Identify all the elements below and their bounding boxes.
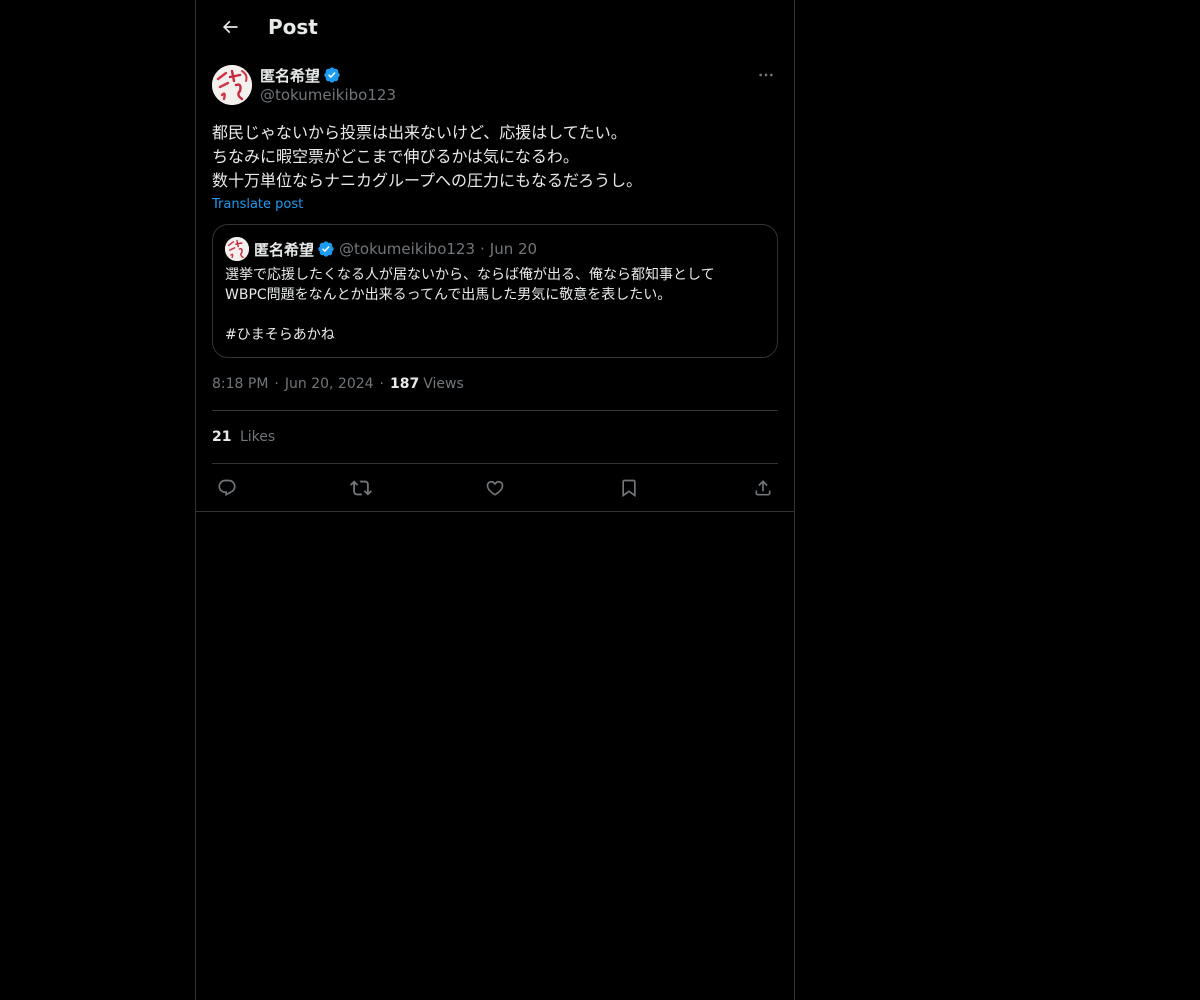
avatar-image	[225, 237, 249, 261]
avatar[interactable]	[212, 65, 252, 105]
quote-header: 匿名希望 @tokumeikibo123 · Jun 20	[225, 237, 765, 261]
verified-badge-icon[interactable]	[323, 66, 341, 84]
share-icon	[755, 479, 771, 495]
top-bar: Post	[196, 0, 794, 53]
quoted-post[interactable]: 匿名希望 @tokumeikibo123 · Jun 20 選挙で応援したくなる…	[212, 224, 778, 358]
quote-text: 選挙で応援したくなる人が居ないから、ならば俺が出る、俺なら都知事として WBPC…	[225, 265, 765, 345]
post-text-line: 都民じゃないから投票は出来ないけど、応援はしてたい。	[212, 123, 627, 142]
main-column: Post 匿名希望 @tokumeikibo123 都民じゃないから投票は出来な…	[195, 0, 795, 1000]
back-button[interactable]	[212, 9, 248, 45]
name-row: 匿名希望	[260, 65, 396, 85]
hashtag-link[interactable]: #ひまそらあかね	[225, 325, 765, 345]
post-text-line: ちなみに暇空票がどこまで伸びるかは気になるわ。	[212, 147, 579, 166]
bookmark-button[interactable]	[618, 477, 640, 499]
author-name[interactable]: 匿名希望	[260, 65, 320, 86]
quote-text-line: WBPC問題をなんとか出来るってんで出馬した男気に敬意を表したい。	[225, 287, 672, 303]
post-date[interactable]: Jun 20, 2024	[285, 376, 374, 392]
quote-author-name: 匿名希望	[254, 240, 315, 259]
action-bar	[212, 464, 778, 511]
repost-icon	[350, 480, 372, 495]
quote-date: Jun 20	[489, 240, 538, 258]
verified-badge-icon	[317, 240, 335, 258]
meta-separator: ·	[274, 376, 279, 392]
quote-text-line: 選挙で応援したくなる人が居ないから、ならば俺が出る、俺なら都知事として	[225, 267, 715, 283]
post-text-line: 数十万単位ならナニカグループへの圧力にもなるだろうし。	[212, 171, 643, 190]
post-text: 都民じゃないから投票は出来ないけど、応援はしてたい。 ちなみに暇空票がどこまで伸…	[212, 121, 778, 193]
repost-button[interactable]	[350, 477, 372, 499]
like-icon	[486, 480, 504, 496]
post: 匿名希望 @tokumeikibo123 都民じゃないから投票は出来ないけど、応…	[196, 53, 794, 512]
divider	[196, 511, 794, 512]
likes-count: 21	[212, 429, 232, 445]
avatar-image	[212, 65, 252, 105]
author-handle[interactable]: @tokumeikibo123	[260, 86, 396, 104]
post-meta: 8:18 PM · Jun 20, 2024 · 187 Views	[212, 374, 778, 394]
like-button[interactable]	[484, 477, 506, 499]
quote-author-handle: @tokumeikibo123	[339, 240, 475, 258]
reply-icon	[218, 479, 236, 496]
quote-separator: ·	[480, 240, 485, 258]
translate-post-link[interactable]: Translate post	[212, 197, 303, 212]
page-title: Post	[268, 14, 318, 39]
quote-avatar	[225, 237, 249, 261]
author-block: 匿名希望 @tokumeikibo123	[260, 65, 396, 105]
post-time[interactable]: 8:18 PM	[212, 376, 268, 392]
meta-separator: ·	[379, 376, 384, 392]
more-options-button[interactable]	[754, 65, 778, 85]
bookmark-icon	[622, 479, 636, 497]
arrow-left-icon	[222, 20, 238, 33]
more-icon	[759, 73, 773, 77]
reply-button[interactable]	[216, 477, 238, 499]
views-count: 187	[390, 376, 420, 392]
share-button[interactable]	[752, 477, 774, 499]
quote-text-line	[225, 305, 765, 325]
post-stats: 21 Likes	[212, 411, 778, 463]
likes-label: Likes	[239, 429, 276, 445]
views-label: Views	[423, 376, 464, 392]
post-header: 匿名希望 @tokumeikibo123	[212, 65, 778, 105]
likes-link[interactable]: 21 Likes	[212, 429, 275, 445]
